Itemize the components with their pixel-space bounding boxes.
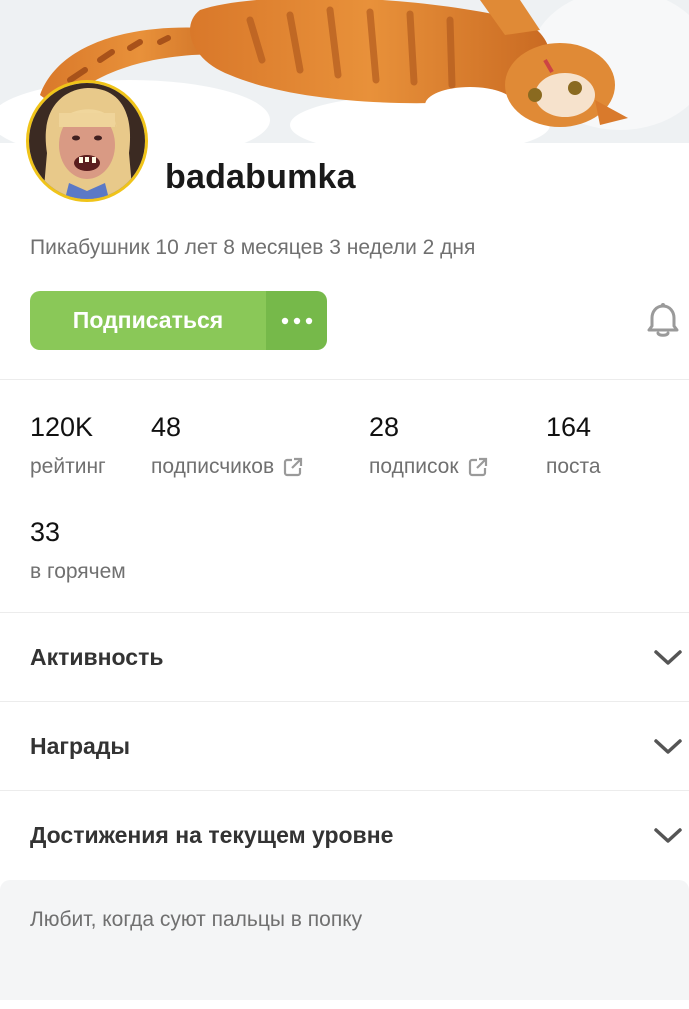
stat-value: 33 <box>30 517 61 547</box>
section-activity[interactable]: Активность <box>0 613 689 702</box>
section-title: Активность <box>30 644 164 670</box>
stat-hot: 33 в горячем <box>30 517 126 584</box>
about-box: Любит, когда суют пальцы в попку <box>0 880 689 1000</box>
stat-posts: 164 поста <box>546 412 601 479</box>
stat-label: рейтинг <box>30 455 106 478</box>
stat-rating: 120K рейтинг <box>30 412 106 479</box>
chevron-down-icon <box>654 827 682 843</box>
stat-label: подписчиков <box>151 455 275 478</box>
divider <box>0 379 689 380</box>
stat-subscriptions[interactable]: 28 подписок <box>369 412 488 479</box>
chevron-down-icon <box>654 649 682 665</box>
stat-value: 48 <box>151 412 182 442</box>
more-options-button[interactable] <box>266 291 327 350</box>
section-awards[interactable]: Награды <box>0 702 689 791</box>
chevron-down-icon <box>654 738 682 754</box>
stat-subscribers[interactable]: 48 подписчиков <box>151 412 303 479</box>
stat-value: 164 <box>546 412 592 442</box>
subscribe-group: Подписаться <box>30 291 327 350</box>
ellipsis-icon <box>281 317 312 324</box>
external-link-icon <box>284 457 303 477</box>
about-text: Любит, когда суют пальцы в попку <box>30 908 363 931</box>
member-since: Пикабушник 10 лет 8 месяцев 3 недели 2 д… <box>30 236 476 259</box>
section-title: Награды <box>30 733 131 759</box>
avatar[interactable] <box>26 80 148 202</box>
stat-value: 28 <box>369 412 400 442</box>
subscribe-button[interactable]: Подписаться <box>30 291 266 350</box>
external-link-icon <box>468 457 487 477</box>
stat-label: поста <box>546 455 601 478</box>
bell-icon <box>647 303 679 337</box>
avatar-image <box>29 83 145 199</box>
stat-label: в горячем <box>30 560 126 583</box>
section-title: Достижения на текущем уровне <box>30 822 394 848</box>
section-achievements[interactable]: Достижения на текущем уровне <box>0 791 689 880</box>
notifications-bell-button[interactable] <box>646 303 680 339</box>
stat-label: подписок <box>369 455 459 478</box>
username: badabumka <box>165 158 356 196</box>
stat-value: 120K <box>30 412 94 442</box>
